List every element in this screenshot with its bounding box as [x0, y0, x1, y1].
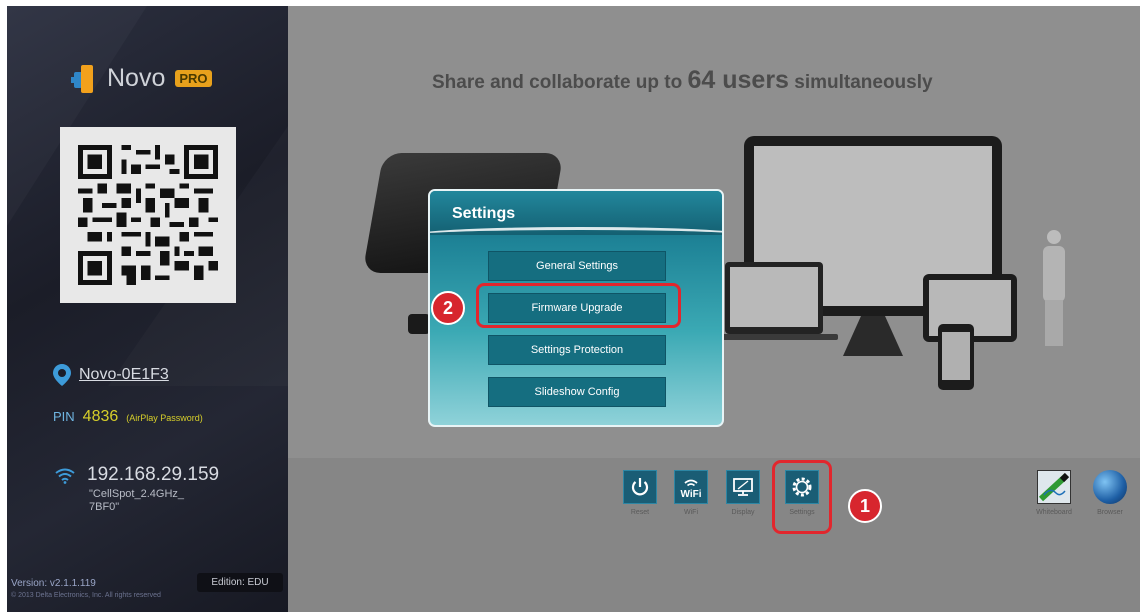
settings-highlight-box: [772, 460, 832, 534]
novo-logo-icon: [71, 64, 99, 93]
person-figure-image: [1040, 230, 1068, 350]
dock-display[interactable]: Display: [722, 470, 764, 516]
slideshow-config-button[interactable]: Slideshow Config: [488, 377, 666, 407]
dock-display-label: Display: [731, 509, 755, 516]
dialog-divider: [430, 227, 722, 244]
info-sidebar: Novo PRO Novo-0E1F3 PIN 4836 (AirPlay Pa…: [7, 6, 288, 612]
monitor-stand-image: [843, 316, 903, 356]
settings-protection-button[interactable]: Settings Protection: [488, 335, 666, 365]
edition-badge: Edition: EDU: [197, 573, 283, 592]
dock-reset[interactable]: Reset: [619, 470, 661, 516]
dock-wifi-label: WiFi: [684, 509, 698, 516]
dialog-title: Settings: [452, 205, 516, 222]
pin-code: 4836: [82, 408, 119, 425]
laptop-base-image: [710, 334, 838, 340]
brand-name: Novo: [107, 64, 166, 92]
step-2-badge: 2: [431, 291, 465, 325]
dock-browser[interactable]: Browser: [1087, 470, 1133, 516]
device-name-link[interactable]: Novo-0E1F3: [79, 366, 169, 384]
dock-area: [288, 458, 1140, 612]
laptop-image: [725, 262, 823, 334]
dock-browser-label: Browser: [1097, 509, 1123, 516]
tagline: Share and collaborate up to 64 users sim…: [432, 66, 933, 95]
display-icon: [726, 470, 760, 504]
firmware-highlight-box: [476, 283, 681, 328]
general-settings-button[interactable]: General Settings: [488, 251, 666, 281]
dock-wifi[interactable]: WiFi WiFi: [670, 470, 712, 516]
step-1-badge: 1: [848, 489, 882, 523]
qr-code: [60, 127, 236, 303]
dock-whiteboard[interactable]: Whiteboard: [1029, 470, 1079, 516]
ip-address: 192.168.29.159: [87, 464, 220, 485]
wifi-icon: [55, 468, 75, 484]
pin-label: PIN: [53, 409, 75, 424]
svg-text:WiFi: WiFi: [680, 489, 701, 499]
novo-home-screen: Novo PRO Novo-0E1F3 PIN 4836 (AirPlay Pa…: [0, 0, 1140, 612]
phone-image: [938, 324, 974, 390]
tagline-emphasis: 64 users: [687, 66, 789, 94]
version-text: Version: v2.1.1.119: [11, 578, 96, 589]
copyright-text: © 2013 Delta Electronics, Inc. All right…: [11, 592, 161, 599]
wifi-icon: WiFi: [674, 470, 708, 504]
tagline-suffix: simultaneously: [788, 72, 933, 93]
pin-note: (AirPlay Password): [126, 413, 203, 423]
power-icon: [623, 470, 657, 504]
wifi-dongle-image: [408, 314, 430, 334]
brand-badge: PRO: [175, 70, 212, 87]
novo-logo: Novo PRO: [71, 64, 212, 93]
location-pin-icon: [53, 364, 71, 386]
tagline-prefix: Share and collaborate up to: [432, 72, 688, 93]
globe-icon: [1093, 470, 1127, 504]
wifi-ssid: "CellSpot_2.4GHz_ 7BF0": [89, 488, 185, 513]
whiteboard-icon: [1037, 470, 1071, 504]
dock-whiteboard-label: Whiteboard: [1036, 509, 1072, 516]
pin-row: PIN 4836 (AirPlay Password): [53, 408, 203, 426]
dock-reset-label: Reset: [630, 509, 650, 516]
